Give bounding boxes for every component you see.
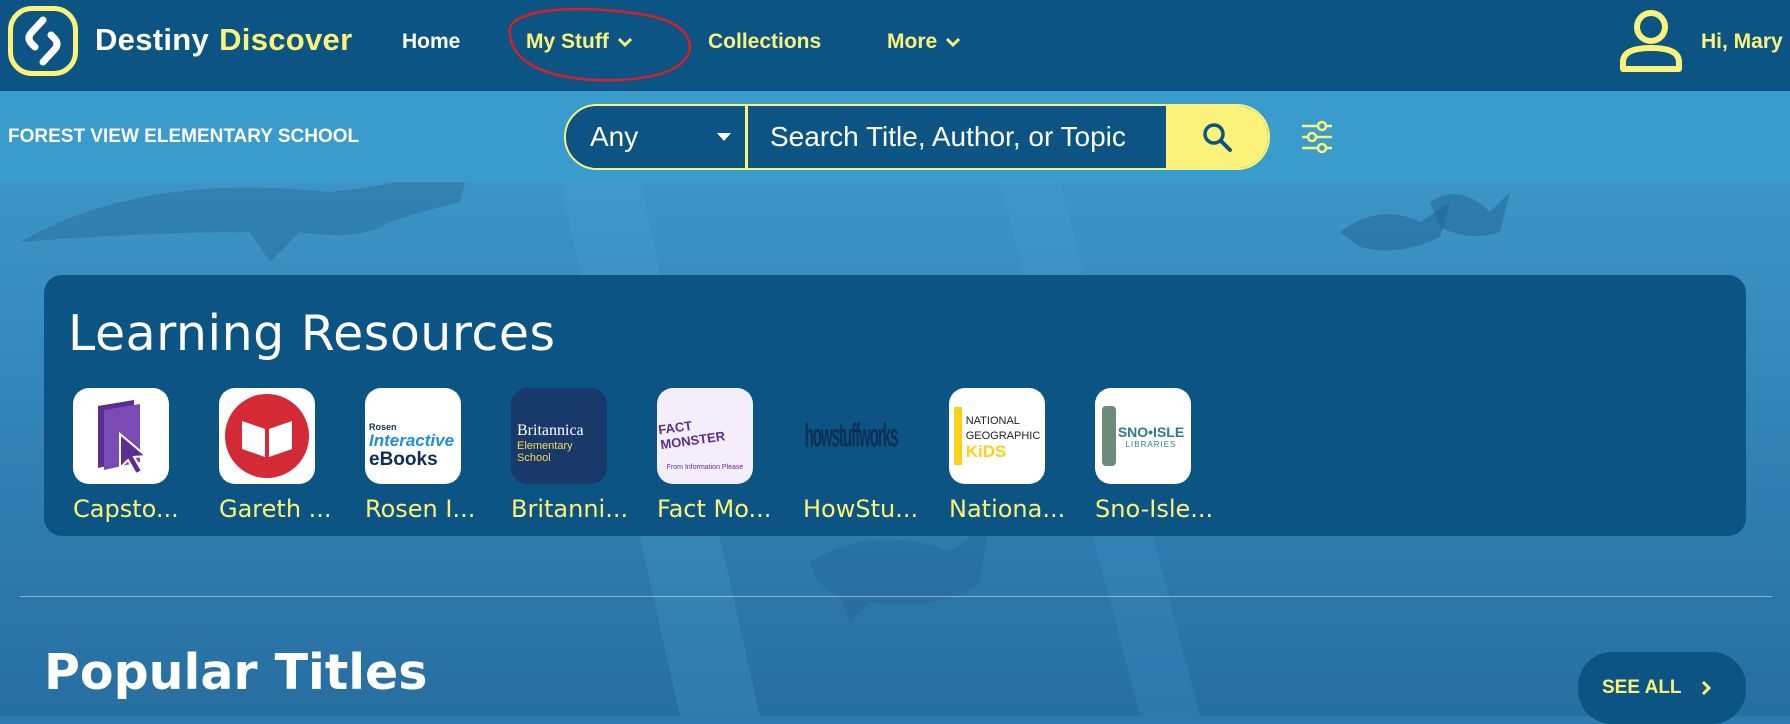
- natgeo-logo-line3: KiDS: [965, 441, 1007, 461]
- britannica-logo-line3: School: [517, 452, 551, 464]
- learning-resources-panel: Learning Resources Capsto... Gareth ... …: [44, 275, 1746, 536]
- top-navigation-bar: Destiny Discover Home My Stuff Collection…: [0, 0, 1790, 91]
- britannica-elementary-icon: Britannica Elementary School: [511, 388, 607, 484]
- capstone-icon: [73, 388, 169, 484]
- resource-national-geographic-kids[interactable]: NATIONAL GEOGRAPHIC KiDS Nationa...: [949, 388, 1066, 523]
- nav-collections-label: Collections: [708, 30, 822, 53]
- search-button[interactable]: [1166, 106, 1268, 168]
- natgeo-logo-line1: NATIONAL: [965, 414, 1020, 427]
- chevron-down-icon: [617, 37, 632, 48]
- fact-monster-icon: FACT MONSTER From Information Please: [657, 388, 753, 484]
- rosen-interactive-ebooks-icon: Rosen Interactive eBooks: [365, 388, 461, 484]
- sno-isle-libraries-icon: SNO•ISLE LIBRARIES: [1095, 388, 1191, 484]
- see-all-label: SEE ALL: [1602, 677, 1682, 698]
- nav-my-stuff[interactable]: My Stuff: [526, 30, 633, 54]
- britannica-logo-line1: Britannica: [517, 422, 584, 439]
- fact-monster-logo-line2: From Information Please: [666, 463, 744, 471]
- gareth-stevens-icon: [219, 388, 315, 484]
- school-name: FOREST VIEW ELEMENTARY SCHOOL: [8, 126, 360, 147]
- resource-fact-monster[interactable]: FACT MONSTER From Information Please Fac…: [657, 388, 772, 523]
- resource-label: Sno-Isle...: [1095, 495, 1214, 523]
- destiny-logo-icon[interactable]: [8, 6, 78, 76]
- resource-label: Britanni...: [511, 495, 629, 523]
- sno-isle-logo-line1: SNO•ISLE: [1117, 423, 1185, 440]
- search-icon: [1203, 123, 1232, 152]
- caret-down-icon: [717, 133, 731, 141]
- see-all-button[interactable]: SEE ALL: [1578, 652, 1746, 724]
- user-account-icon[interactable]: [1618, 8, 1684, 72]
- national-geographic-kids-icon: NATIONAL GEOGRAPHIC KiDS: [949, 388, 1045, 484]
- resource-label: Gareth ...: [219, 495, 332, 523]
- nav-more-label: More: [887, 30, 938, 53]
- sno-isle-figure-icon: [1101, 406, 1116, 466]
- nav-collections[interactable]: Collections: [708, 30, 821, 54]
- rosen-logo-line2: Interactive: [369, 431, 455, 450]
- resource-label: Nationa...: [949, 495, 1066, 523]
- search-input[interactable]: [748, 106, 1166, 168]
- advanced-search-filter-icon[interactable]: [1300, 118, 1334, 156]
- rosen-logo-line3: eBooks: [369, 449, 438, 470]
- search-scope-select[interactable]: Any: [566, 106, 748, 168]
- resource-capstone[interactable]: Capsto...: [73, 388, 183, 523]
- resource-label: HowStu...: [803, 495, 919, 523]
- howstuffworks-icon: howstuffworks: [803, 388, 899, 484]
- learning-resources-title: Learning Resources: [68, 305, 556, 362]
- section-divider: [20, 596, 1772, 597]
- brand-name-discover: Discover: [219, 22, 353, 57]
- nav-home-label: Home: [402, 30, 461, 53]
- nav-my-stuff-label: My Stuff: [526, 30, 609, 53]
- app-brand[interactable]: Destiny Discover: [95, 22, 352, 58]
- britannica-logo-line2: Elementary: [517, 440, 573, 452]
- search-group: Any: [564, 104, 1270, 170]
- sno-isle-logo-line2: LIBRARIES: [1125, 439, 1177, 449]
- resource-rosen[interactable]: Rosen Interactive eBooks Rosen I...: [365, 388, 475, 523]
- search-bar-row: FOREST VIEW ELEMENTARY SCHOOL Any: [0, 91, 1790, 182]
- resource-britannica[interactable]: Britannica Elementary School Britanni...: [511, 388, 629, 523]
- nav-home[interactable]: Home: [402, 30, 460, 54]
- resource-sno-isle[interactable]: SNO•ISLE LIBRARIES Sno-Isle...: [1095, 388, 1214, 523]
- search-scope-value: Any: [590, 121, 639, 152]
- fact-monster-logo-line1: FACT MONSTER: [657, 417, 726, 452]
- howstuffworks-logo-text: howstuffworks: [804, 417, 899, 455]
- chevron-right-icon: [1701, 680, 1711, 696]
- brand-name-destiny: Destiny: [95, 22, 210, 57]
- resource-label: Fact Mo...: [657, 495, 772, 523]
- resource-label: Rosen I...: [365, 495, 476, 523]
- chevron-down-icon: [946, 37, 961, 48]
- resource-howstuffworks[interactable]: howstuffworks HowStu...: [803, 388, 919, 523]
- resource-gareth[interactable]: Gareth ...: [219, 388, 332, 523]
- popular-titles-heading: Popular Titles: [44, 644, 428, 701]
- resource-label: Capsto...: [73, 495, 179, 523]
- nav-more[interactable]: More: [887, 30, 961, 54]
- natgeo-frame-icon: [953, 407, 962, 465]
- user-greeting[interactable]: Hi, Mary: [1701, 30, 1783, 54]
